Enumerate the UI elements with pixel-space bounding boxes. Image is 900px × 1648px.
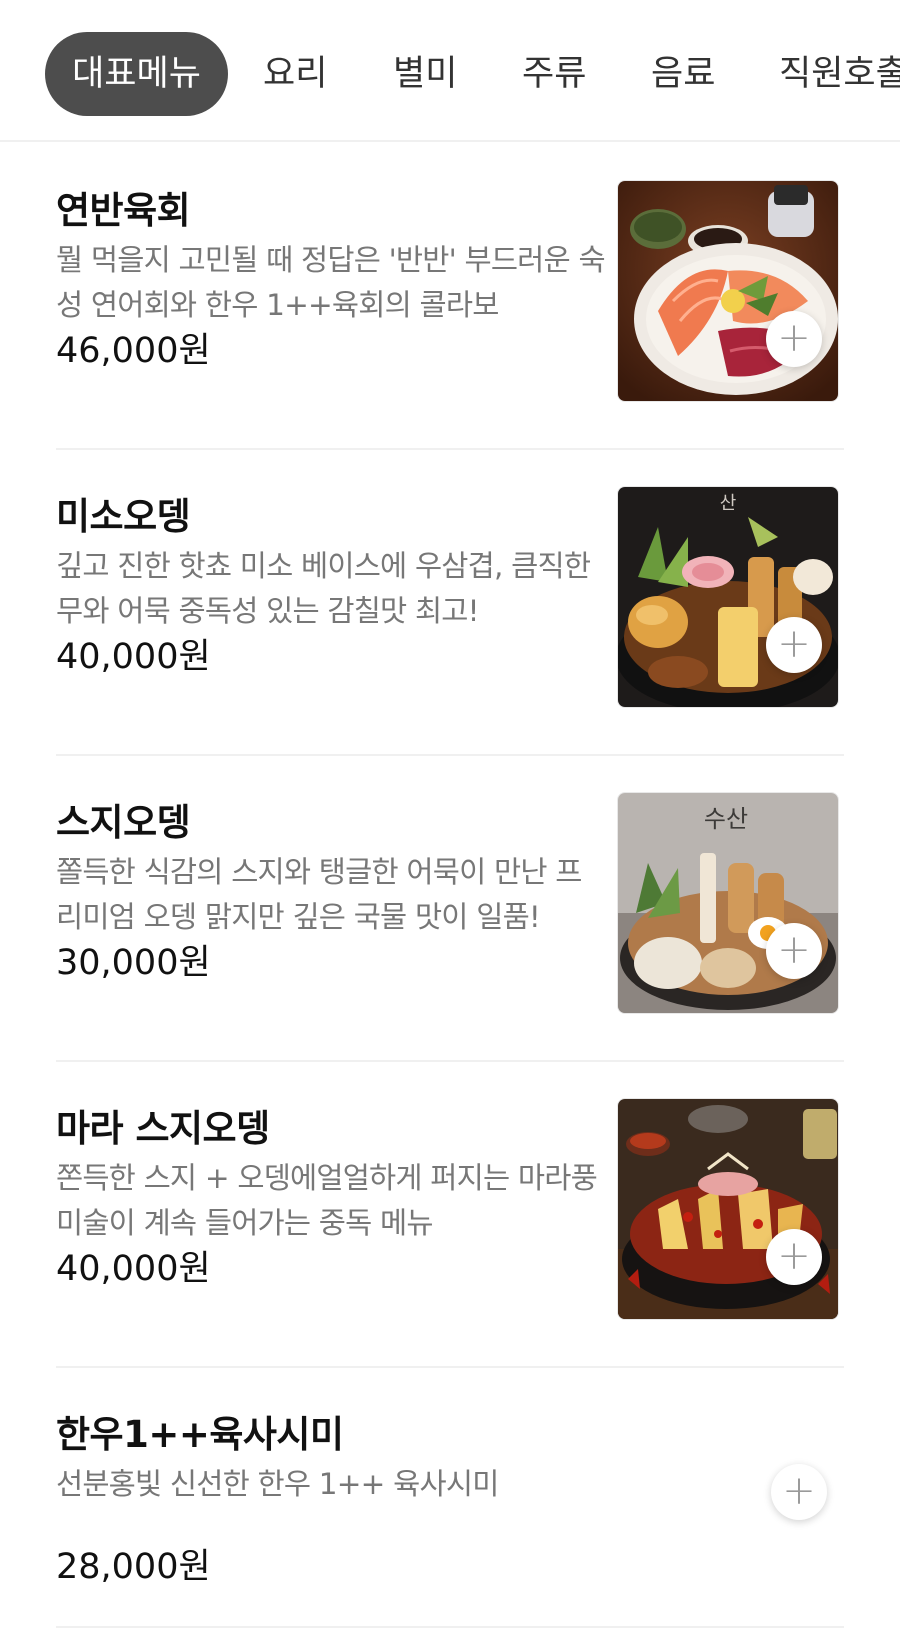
menu-item-photo[interactable] — [617, 180, 839, 402]
tab-liquor[interactable]: 주류 — [522, 32, 586, 116]
menu-item-photo[interactable]: 수산 — [617, 792, 839, 1014]
tab-call-staff[interactable]: 직원호출 — [779, 32, 900, 116]
menu-item[interactable]: 한우1++육사시미 선분홍빛 신선한 한우 1++ 육사시미 28,000원 + — [0, 1368, 900, 1628]
menu-item-price: 30,000원 — [56, 943, 211, 983]
tab-dishes[interactable]: 요리 — [263, 32, 327, 116]
suji-oden-pot-image: 수산 — [618, 793, 838, 1013]
menu-item-price: 40,000원 — [56, 637, 211, 677]
menu-item[interactable]: 스지오뎅 쫄득한 식감의 스지와 탱글한 어묵이 만난 프리미엄 오뎅 맑지만 … — [0, 756, 900, 1062]
menu-item-price: 28,000원 — [56, 1547, 211, 1587]
menu-item-price: 46,000원 — [56, 331, 211, 371]
add-to-cart-button[interactable]: + — [766, 923, 822, 979]
add-to-cart-button[interactable]: + — [766, 311, 822, 367]
menu-item-price: 40,000원 — [56, 1249, 211, 1289]
menu-item-name: 마라 스지오뎅 — [56, 1107, 270, 1150]
tab-specialties[interactable]: 별미 — [393, 32, 457, 116]
menu-item-photo[interactable] — [617, 1098, 839, 1320]
menu-item[interactable]: 마라 스지오뎅 쫀득한 스지 + 오뎅에얼얼하게 퍼지는 마라풍미술이 계속 들… — [0, 1062, 900, 1368]
menu-item-name: 한우1++육사시미 — [56, 1413, 344, 1456]
menu-item-description: 깊고 진한 핫쵸 미소 베이스에 우삼겹, 큼직한 무와 어묵 중독성 있는 감… — [56, 549, 591, 628]
miso-oden-pot-image: 산 — [618, 487, 838, 707]
photo-watermark: 수산 — [704, 805, 748, 833]
photo-watermark: 산 — [720, 493, 737, 514]
tab-signature-menu[interactable]: 대표메뉴 — [45, 32, 228, 116]
item-divider — [56, 1626, 844, 1628]
menu-item[interactable]: 미소오뎅 깊고 진한 핫쵸 미소 베이스에 우삼겹, 큼직한 무와 어묵 중독성… — [0, 450, 900, 756]
menu-item-description: 뭘 먹을지 고민될 때 정답은 '반반' 부드러운 숙성 연어회와 한우 1++… — [56, 243, 606, 322]
menu-item-description: 선분홍빛 신선한 한우 1++ 육사시미 — [56, 1467, 499, 1501]
menu-item-description: 쫀득한 스지 + 오뎅에얼얼하게 퍼지는 마라풍미술이 계속 들어가는 중독 메… — [56, 1161, 598, 1240]
mala-suji-oden-pot-image — [618, 1099, 838, 1319]
salmon-yukhoe-platter-image — [618, 181, 838, 401]
category-tab-bar: 대표메뉴 요리 별미 주류 음료 직원호출 — [0, 0, 900, 142]
add-to-cart-button[interactable]: + — [766, 1229, 822, 1285]
tab-drinks[interactable]: 음료 — [651, 32, 715, 116]
menu-item-description: 쫄득한 식감의 스지와 탱글한 어묵이 만난 프리미엄 오뎅 맑지만 깊은 국물… — [56, 855, 582, 934]
menu-item-name: 미소오뎅 — [56, 495, 191, 538]
add-to-cart-button[interactable]: + — [766, 617, 822, 673]
menu-item-photo[interactable]: 산 — [617, 486, 839, 708]
menu-item-name: 연반육회 — [56, 189, 191, 232]
add-to-cart-button[interactable]: + — [771, 1464, 827, 1520]
menu-item-name: 스지오뎅 — [56, 801, 191, 844]
menu-item[interactable]: 연반육회 뭘 먹을지 고민될 때 정답은 '반반' 부드러운 숙성 연어회와 한… — [0, 144, 900, 450]
